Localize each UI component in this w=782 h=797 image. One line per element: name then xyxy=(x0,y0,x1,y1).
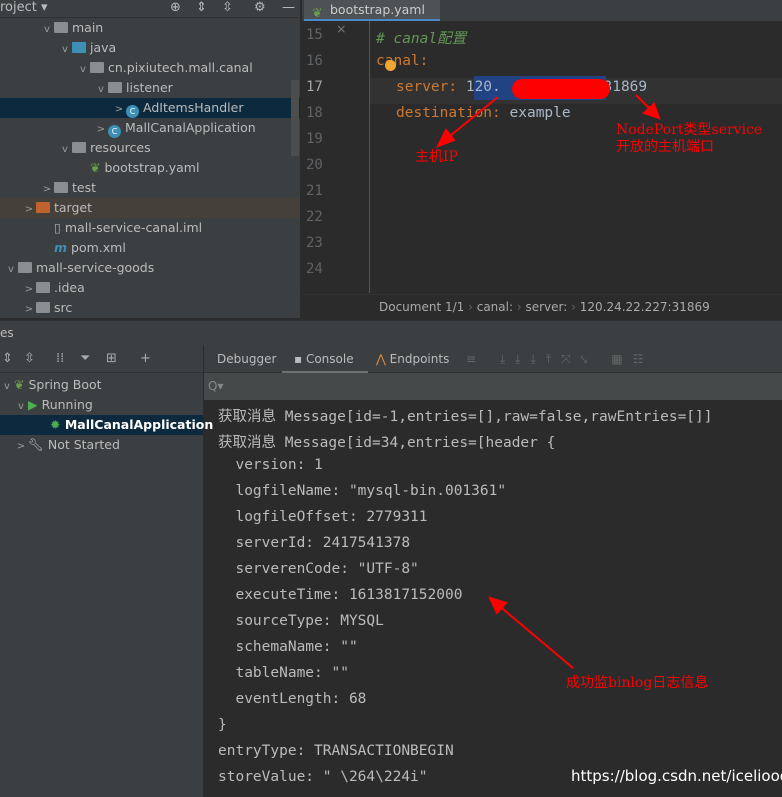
arrow-head xyxy=(435,128,456,148)
arrow-binlog xyxy=(496,603,574,669)
watermark: https://blog.csdn.net/iceliooo xyxy=(571,767,782,785)
annotation-arrows xyxy=(435,94,661,669)
arrow-host-ip xyxy=(444,96,499,141)
